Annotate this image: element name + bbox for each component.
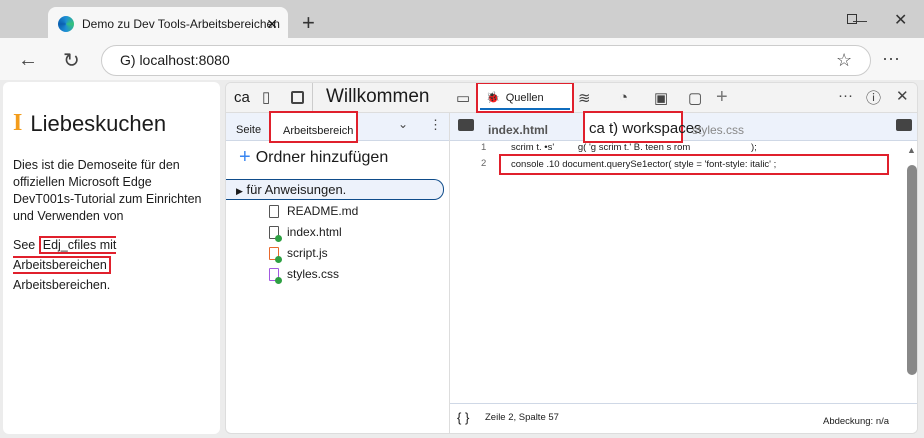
window-close-icon[interactable]: ✕ — [894, 10, 907, 30]
file-icon — [269, 267, 282, 284]
page-heading: Liebeskuchen — [30, 110, 167, 136]
dock-icon[interactable] — [291, 91, 304, 104]
close-devtools-icon[interactable]: ✕ — [896, 87, 909, 105]
add-folder-button[interactable]: + Ordner hinzufügen — [239, 146, 388, 168]
device-emulation-icon[interactable]: ▯ — [262, 88, 270, 106]
browser-tab[interactable]: Demo zu Dev Tools-Arbeitsbereichen ✕ — [48, 7, 288, 41]
file-item[interactable]: README.md — [269, 204, 358, 218]
see-text: See — [13, 238, 36, 252]
file-name: README.md — [287, 204, 359, 218]
performance-icon[interactable]: ◔ — [619, 89, 628, 106]
address-bar[interactable]: G) localhost:8080 — [101, 45, 871, 76]
reload-icon[interactable]: ↻ — [63, 48, 80, 73]
pretty-print-icon[interactable]: { } — [457, 410, 469, 425]
maximize-icon[interactable] — [847, 14, 857, 24]
file-name: styles.css — [287, 267, 340, 281]
more-tools-icon[interactable]: + — [716, 86, 728, 109]
plus-icon: + — [239, 146, 251, 168]
favorite-star-icon[interactable]: ☆ — [836, 50, 852, 71]
file-icon — [269, 246, 282, 263]
scrollbar[interactable] — [907, 165, 917, 375]
file-list: README.md index.html script.js styles.css — [269, 204, 358, 284]
see-suffix: Arbeitsbereichen. — [13, 278, 111, 292]
scroll-up-icon[interactable]: ▲ — [907, 145, 916, 155]
new-tab-icon[interactable]: + — [302, 10, 315, 36]
file-item[interactable]: script.js — [269, 246, 358, 263]
close-tab-icon[interactable]: ✕ — [266, 16, 278, 33]
back-icon[interactable]: ← — [18, 49, 38, 72]
editor-tab-styles[interactable]: styles.css — [692, 123, 744, 137]
coverage-status: Abdeckung: n/a — [823, 416, 890, 427]
page-paragraph: Dies ist die Demoseite für den offiziell… — [13, 158, 202, 223]
line-number: 1 — [481, 142, 487, 153]
tab-sources[interactable]: 🐞 Quellen — [476, 83, 574, 113]
application-icon[interactable]: ▢ — [688, 89, 702, 107]
inspect-text[interactable]: ca — [234, 89, 250, 106]
file-name: script.js — [287, 246, 328, 260]
line-number: 2 — [481, 158, 487, 169]
tab-welcome[interactable]: Willkommen — [326, 86, 429, 108]
edge-logo-icon — [58, 16, 74, 32]
cursor-position: Zeile 2, Spalte 57 — [485, 412, 559, 423]
editor-tab-index[interactable]: index.html — [488, 123, 548, 137]
file-icon — [269, 204, 279, 218]
kebab-menu-icon[interactable]: ⋮ — [429, 117, 442, 133]
file-icon — [269, 225, 282, 242]
network-icon[interactable]: ≋ — [578, 89, 591, 107]
caret-right-icon: ▶ — [236, 186, 243, 196]
tab-page[interactable]: Seite — [236, 124, 261, 136]
toggle-navigator-icon[interactable] — [458, 119, 474, 131]
code-line[interactable]: scrim t. •s' g( 'g scrim t.' B. teen s r… — [511, 142, 757, 153]
tab-workspace[interactable]: Arbeitsbereich — [269, 111, 358, 143]
tab-title: Demo zu Dev Tools-Arbeitsbereichen — [82, 17, 280, 31]
file-name: index.html — [287, 225, 342, 239]
bug-icon: 🐞 — [486, 92, 500, 104]
webpage: I Liebeskuchen Dies ist die Demoseite fü… — [3, 82, 220, 434]
editor-tab-active[interactable]: ca t) workspaces — [583, 111, 702, 143]
chevron-down-icon[interactable]: ⌄ — [398, 117, 408, 131]
toggle-debugger-icon[interactable] — [896, 119, 912, 131]
code-line-highlighted[interactable]: console .10 document.querySe1ector( styl… — [499, 154, 889, 175]
devtools-panel: ca ▯ Willkommen ▭ 🐞 Quellen ≋ ◔ ▣ ▢ + ···… — [225, 82, 918, 434]
more-options-icon[interactable]: ··· — [838, 87, 853, 104]
file-item[interactable]: styles.css — [269, 267, 358, 284]
file-item[interactable]: index.html — [269, 225, 358, 242]
folder-row[interactable]: ▶ für Anweisungen. — [226, 179, 444, 200]
memory-icon[interactable]: ▣ — [654, 89, 668, 107]
heading-icon: I — [13, 110, 23, 136]
help-icon[interactable]: ⓘ — [866, 87, 881, 108]
console-icon[interactable]: ▭ — [456, 89, 470, 107]
more-icon[interactable]: ··· — [882, 48, 900, 69]
